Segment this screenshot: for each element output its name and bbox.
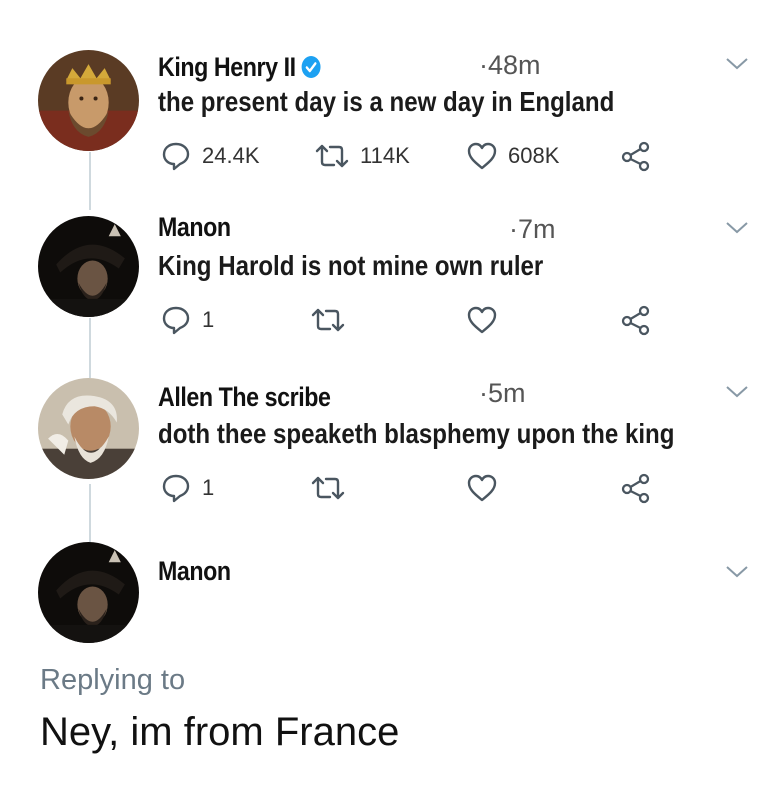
reply-button[interactable]: 1 xyxy=(160,304,214,336)
tweet-actions: 24.4K 114K 608K xyxy=(0,140,780,174)
tweet-text: the present day is a new day in England xyxy=(158,86,615,117)
share-icon xyxy=(621,473,650,504)
timestamp-text[interactable]: 7m xyxy=(518,214,556,244)
timestamp[interactable]: ·7m xyxy=(509,214,556,245)
reply-icon xyxy=(162,306,190,335)
retweet-button[interactable]: 114K xyxy=(314,140,410,172)
like-icon xyxy=(467,474,497,502)
share-button[interactable] xyxy=(620,140,652,172)
crowned-king-portrait-avatar xyxy=(38,50,139,151)
tweet-actions: 1 xyxy=(0,472,780,506)
reply-button[interactable]: 1 xyxy=(160,472,214,504)
retweet-button[interactable] xyxy=(310,472,346,504)
retweet-icon xyxy=(315,144,349,168)
avatar[interactable] xyxy=(38,542,139,643)
share-icon xyxy=(621,305,650,336)
chevron-down-icon[interactable] xyxy=(724,384,750,400)
display-name[interactable]: Manon xyxy=(158,212,231,243)
retweet-button[interactable] xyxy=(310,304,346,336)
share-button[interactable] xyxy=(620,304,652,336)
verified-badge-icon xyxy=(301,55,322,86)
like-button[interactable] xyxy=(466,472,498,504)
avatar[interactable] xyxy=(38,216,139,317)
display-name[interactable]: King Henry II xyxy=(158,52,321,86)
avatar[interactable] xyxy=(38,378,139,479)
reply-icon xyxy=(162,142,190,171)
old-scribe-portrait-avatar xyxy=(38,378,139,479)
timestamp-text[interactable]: 48m xyxy=(488,50,541,80)
retweet-icon xyxy=(311,476,345,500)
replying-to-label: Replying to xyxy=(40,664,186,696)
tweet[interactable]: Manon ·7m King Harold is not mine own ru… xyxy=(0,200,780,370)
timestamp[interactable]: ·48m xyxy=(479,50,541,81)
tweet[interactable]: Manon xyxy=(0,540,780,650)
reply-text: Ney, im from France xyxy=(40,710,400,754)
display-name-text[interactable]: King Henry II xyxy=(158,52,296,82)
hooded-figure-avatar xyxy=(38,216,139,317)
like-icon xyxy=(467,142,497,170)
display-name[interactable]: Manon xyxy=(158,556,231,587)
tweet[interactable]: King Henry II ·48m the present day is a … xyxy=(0,0,780,200)
share-button[interactable] xyxy=(620,472,652,504)
avatar[interactable] xyxy=(38,50,139,151)
tweet-text: doth thee speaketh blasphemy upon the ki… xyxy=(158,418,675,449)
timestamp[interactable]: ·5m xyxy=(479,378,526,409)
chevron-down-icon[interactable] xyxy=(724,564,750,580)
chevron-down-icon[interactable] xyxy=(724,220,750,236)
reply-count: 1 xyxy=(202,475,215,500)
chevron-down-icon[interactable] xyxy=(724,56,750,72)
tweet-actions: 1 xyxy=(0,304,780,338)
reply-count: 1 xyxy=(202,307,215,332)
display-name[interactable]: Allen The scribe xyxy=(158,382,331,413)
tweet-text: King Harold is not mine own ruler xyxy=(158,250,544,281)
retweet-icon xyxy=(311,308,345,332)
like-button[interactable] xyxy=(466,304,498,336)
reply-count: 24.4K xyxy=(202,143,260,168)
hooded-figure-avatar xyxy=(38,542,139,643)
tweet[interactable]: Allen The scribe ·5m doth thee speaketh … xyxy=(0,370,780,540)
reply-button[interactable]: 24.4K xyxy=(160,140,260,172)
timestamp-text[interactable]: 5m xyxy=(488,378,526,408)
like-icon xyxy=(467,306,497,334)
share-icon xyxy=(621,141,650,172)
reply-icon xyxy=(162,474,190,503)
like-count: 608K xyxy=(508,143,560,168)
like-button[interactable]: 608K xyxy=(466,140,559,172)
retweet-count: 114K xyxy=(360,143,410,168)
